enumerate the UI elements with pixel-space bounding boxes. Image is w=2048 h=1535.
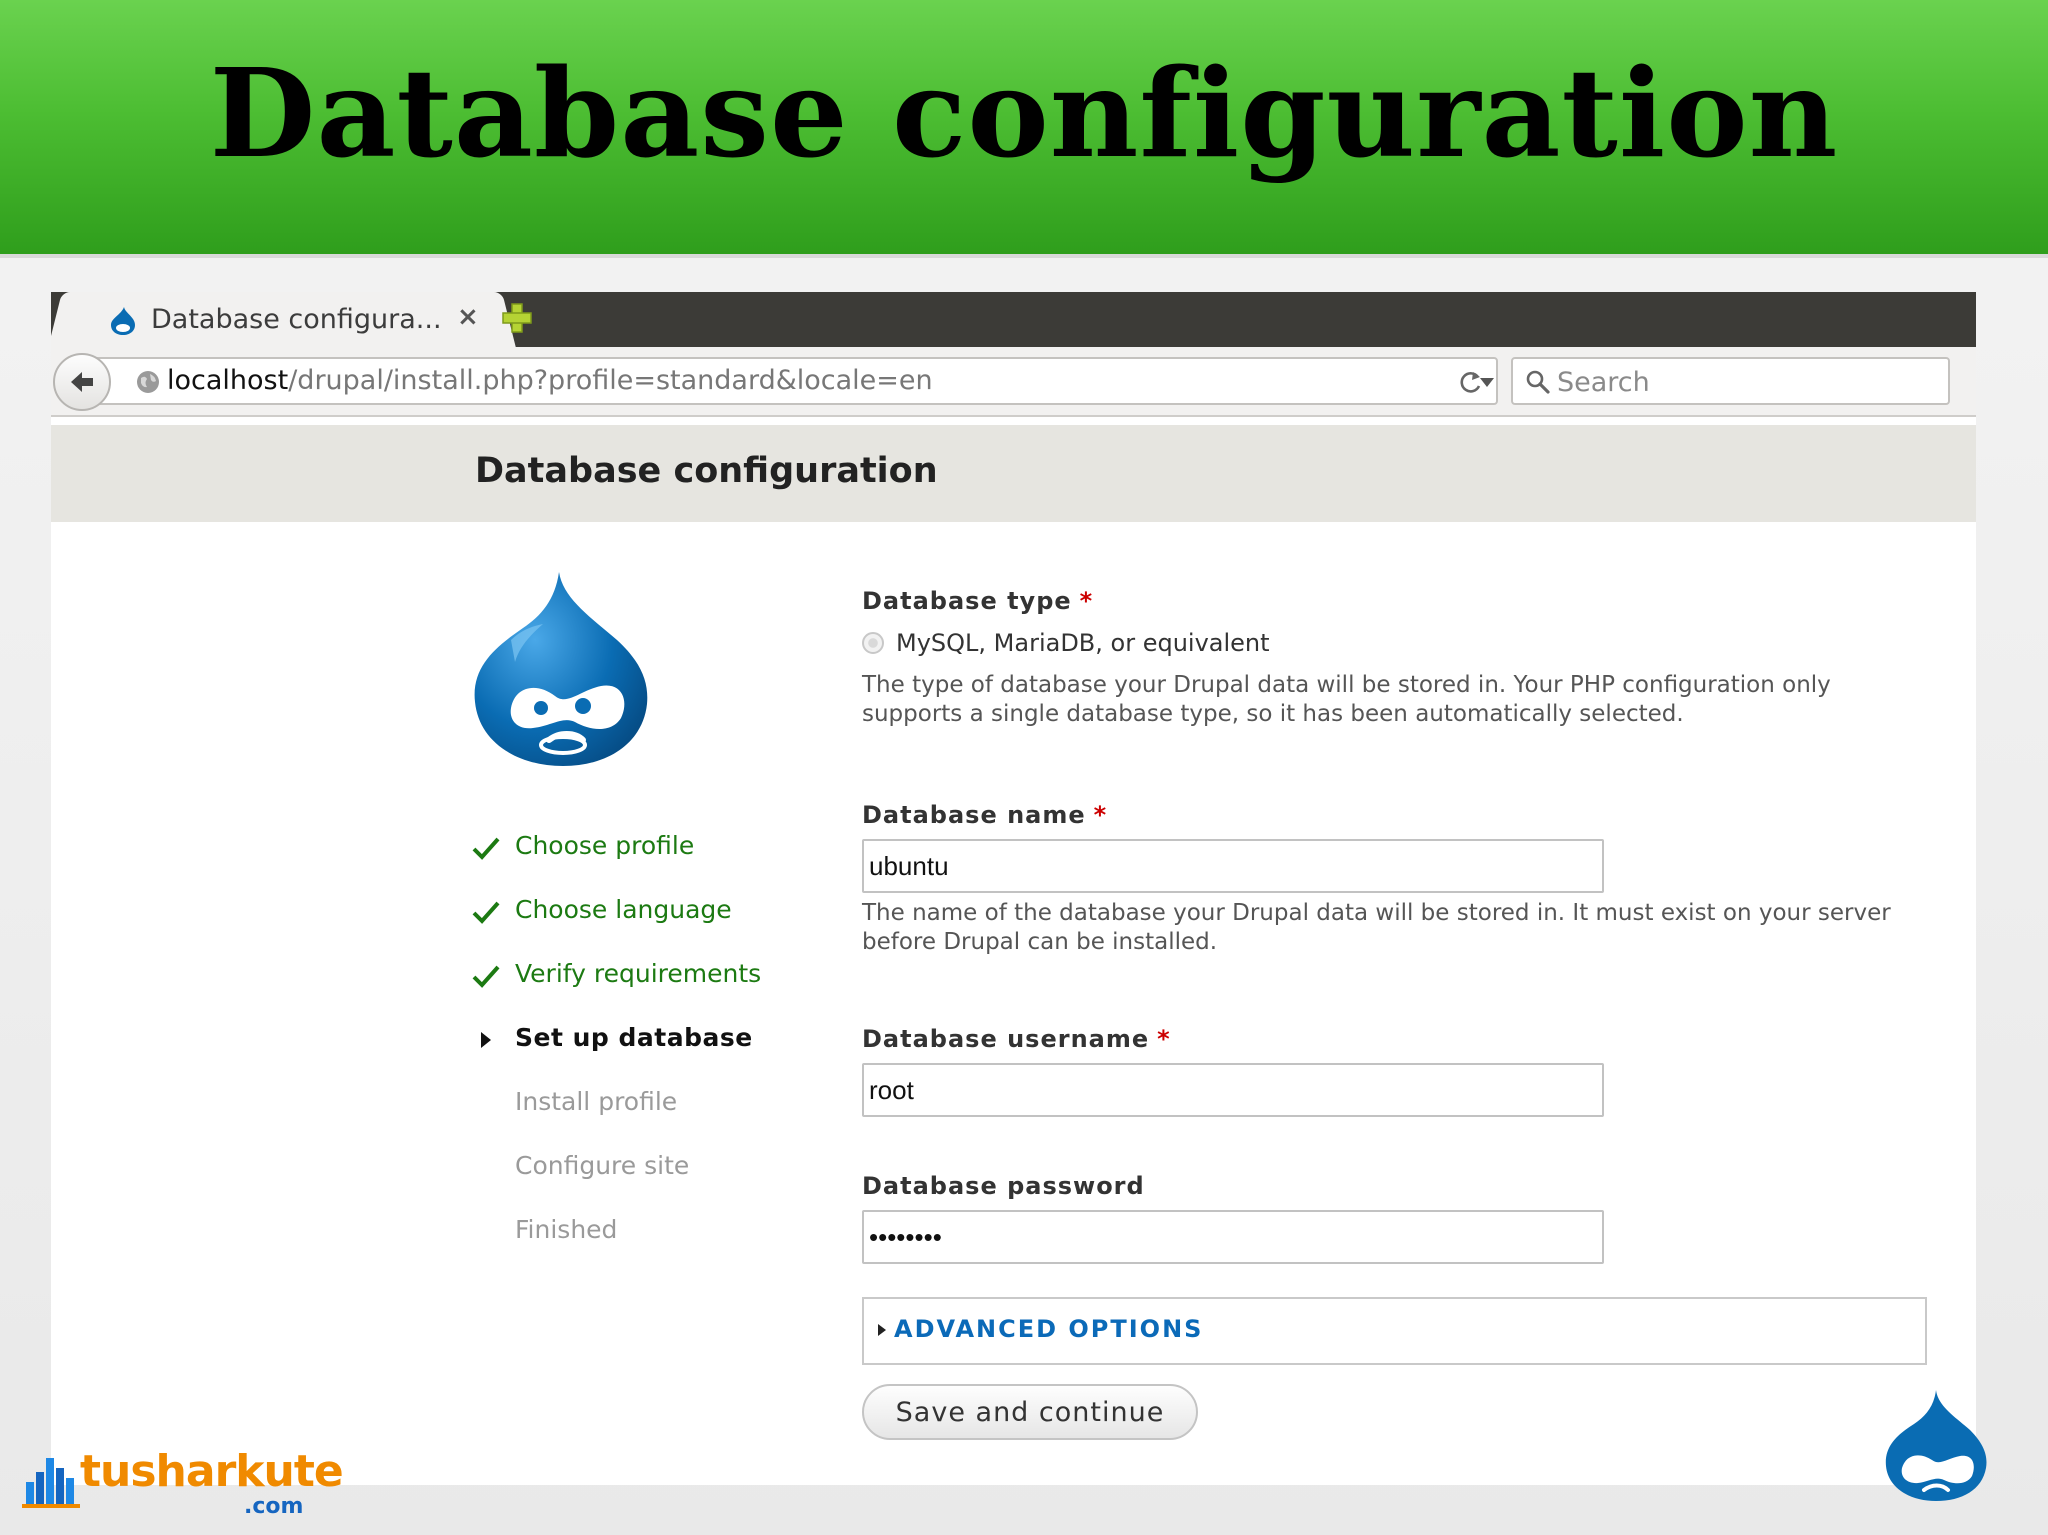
expand-arrow-icon (878, 1324, 886, 1336)
step-label: Choose language (515, 895, 732, 924)
url-host: localhost (167, 365, 289, 396)
page-header: Database configuration (51, 425, 1976, 522)
required-marker: * (1079, 587, 1094, 615)
db-type-option-label[interactable]: MySQL, MariaDB, or equivalent (896, 629, 1270, 657)
browser-tab[interactable]: Database configura... × (69, 292, 495, 348)
drupal-corner-logo-icon (1885, 1390, 1987, 1501)
tab-close-icon[interactable]: × (457, 302, 479, 332)
current-step-arrow-icon (481, 1032, 491, 1048)
step-label: Finished (515, 1215, 618, 1244)
db-password-field: Database password (862, 1172, 1922, 1264)
drupal-favicon-icon (111, 307, 135, 335)
step-choose-profile: Choose profile (471, 829, 761, 893)
required-marker: * (1093, 801, 1108, 829)
step-verify-requirements: Verify requirements (471, 957, 761, 1021)
brand-suffix: .com (244, 1494, 304, 1519)
new-tab-icon[interactable] (499, 300, 535, 336)
checkmark-icon (472, 901, 500, 924)
step-set-up-database: Set up database (471, 1021, 761, 1085)
step-label: Set up database (515, 1023, 753, 1052)
reload-icon[interactable] (1458, 369, 1484, 395)
brand-buildings-icon (22, 1458, 80, 1508)
url-path: /drupal/install.php?profile=standard&loc… (288, 365, 933, 396)
db-type-radio-row[interactable]: MySQL, MariaDB, or equivalent (862, 629, 1922, 657)
url-text: localhost/drupal/install.php?profile=sta… (167, 365, 933, 396)
db-username-label: Database username * (862, 1025, 1171, 1053)
db-type-help: The type of database your Drupal data wi… (862, 672, 1831, 727)
drupal-logo-icon (474, 572, 648, 766)
navigation-bar: localhost/drupal/install.php?profile=sta… (51, 347, 1976, 417)
step-label: Install profile (515, 1087, 678, 1116)
search-box[interactable] (1511, 357, 1950, 405)
step-finished: Finished (471, 1213, 761, 1277)
save-and-continue-button[interactable]: Save and continue (862, 1384, 1198, 1440)
step-label: Choose profile (515, 831, 695, 860)
brand-logo: tusharkute .com (22, 1446, 344, 1519)
slide-header: Database configuration (0, 0, 2048, 258)
required-marker: * (1157, 1025, 1171, 1053)
tab-strip: Database configura... × (51, 292, 1976, 348)
page-title: Database configuration (475, 451, 938, 491)
db-name-help: The name of the database your Drupal dat… (862, 900, 1891, 955)
back-arrow-icon (71, 372, 93, 392)
browser-window: Database configura... × localhost/drupal… (51, 292, 1976, 1485)
db-type-label: Database type * (862, 587, 1094, 615)
db-username-input[interactable] (862, 1063, 1604, 1117)
advanced-options-fieldset[interactable]: ADVANCED OPTIONS (862, 1297, 1927, 1365)
step-configure-site: Configure site (471, 1149, 761, 1213)
db-name-label: Database name * (862, 801, 1108, 829)
step-label: Configure site (515, 1151, 690, 1180)
db-name-field: Database name* The name of the database … (862, 801, 1922, 957)
step-choose-language: Choose language (471, 893, 761, 957)
db-name-input[interactable] (862, 839, 1604, 893)
url-bar[interactable]: localhost/drupal/install.php?profile=sta… (91, 357, 1498, 405)
checkmark-icon (472, 837, 500, 860)
slide-title: Database configuration (209, 41, 1839, 185)
step-install-profile: Install profile (471, 1085, 761, 1149)
checkmark-icon (472, 965, 500, 988)
tab-title: Database configura... (151, 304, 442, 335)
brand-name: tusharkute (80, 1446, 344, 1497)
db-username-field: Database username * (862, 1025, 1922, 1117)
db-type-field: Database type * MySQL, MariaDB, or equiva… (862, 587, 1922, 729)
search-input[interactable] (1557, 363, 1937, 401)
back-button[interactable] (53, 353, 111, 411)
search-icon (1526, 370, 1550, 394)
globe-icon (137, 371, 159, 393)
db-password-input[interactable] (862, 1210, 1604, 1264)
advanced-options-link[interactable]: ADVANCED OPTIONS (894, 1315, 1203, 1343)
db-password-label: Database password (862, 1172, 1145, 1200)
install-steps: Choose profile Choose language Verify re… (471, 829, 761, 1277)
step-label: Verify requirements (515, 959, 762, 988)
db-type-radio[interactable] (862, 632, 884, 654)
